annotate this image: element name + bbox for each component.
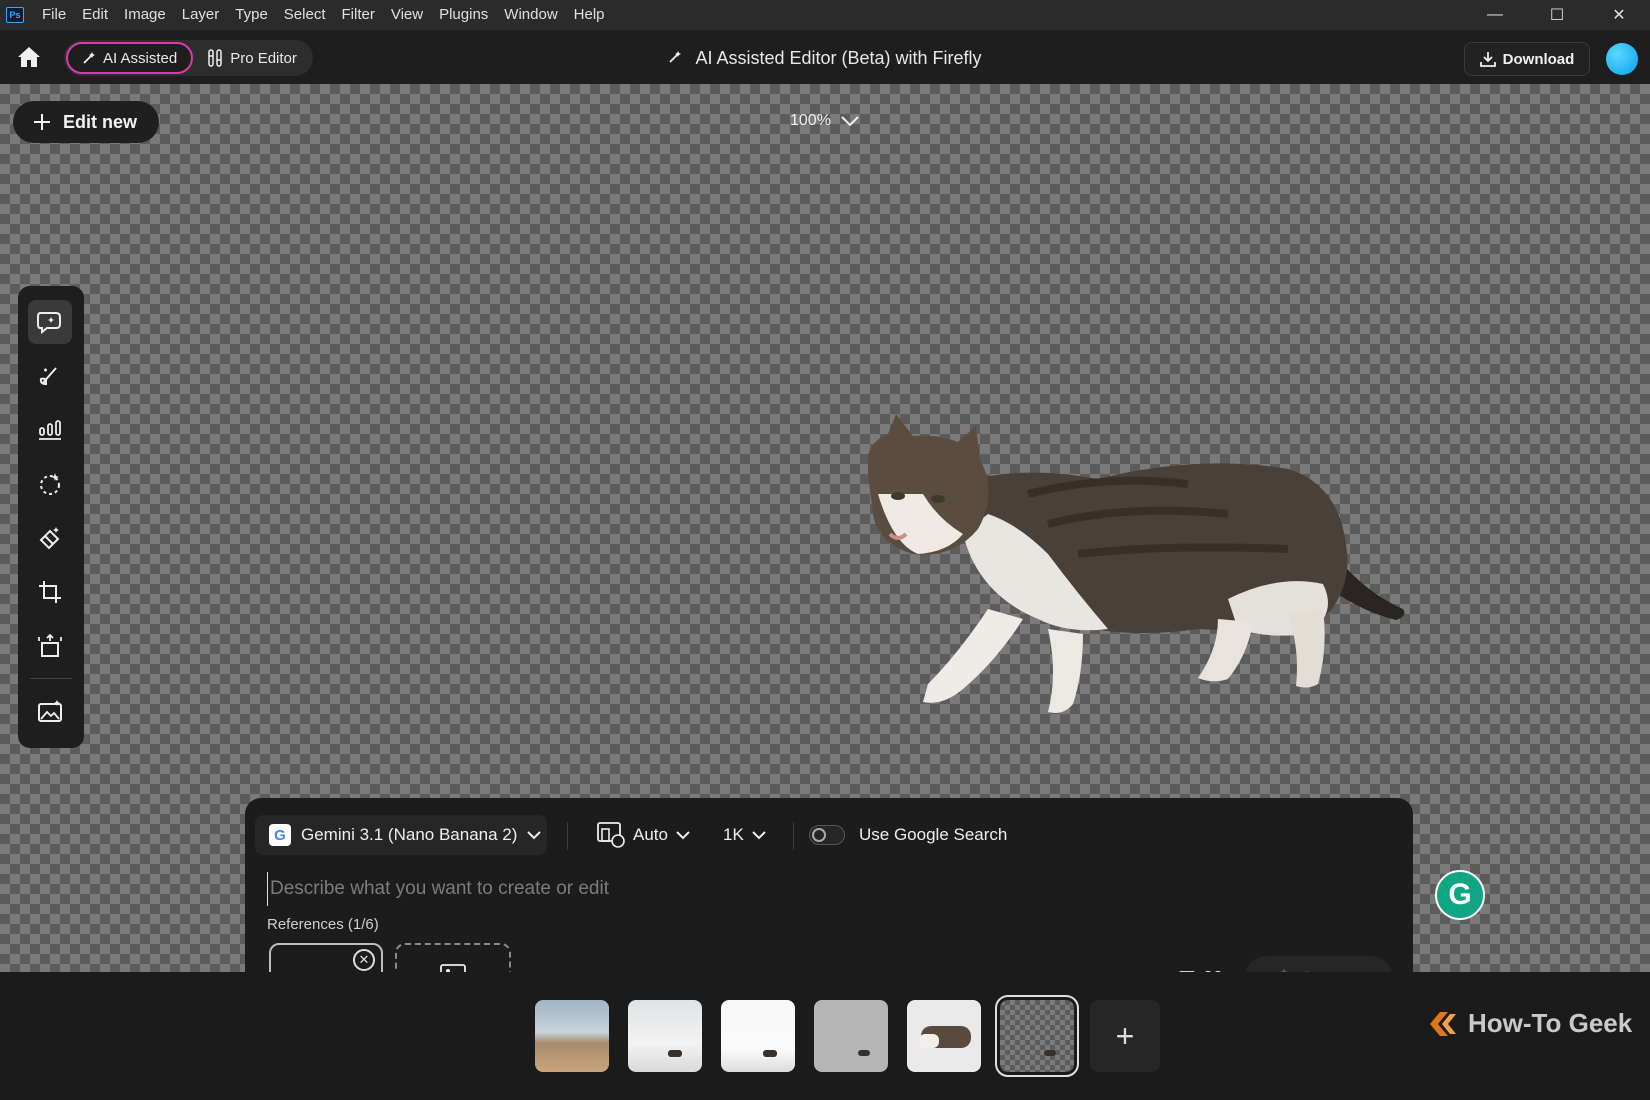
expand-tool[interactable]: [28, 624, 72, 668]
sparkle-wand-icon: [83, 52, 95, 64]
menu-plugins[interactable]: Plugins: [431, 0, 496, 30]
ai-assisted-label: AI Assisted: [103, 49, 178, 67]
menu-select[interactable]: Select: [276, 0, 334, 30]
maximize-icon[interactable]: ☐: [1526, 0, 1588, 30]
watermark-text: How-To Geek: [1468, 1008, 1633, 1038]
eraser-icon: [39, 527, 60, 550]
zoom-level: 100%: [790, 112, 831, 129]
model-selector[interactable]: G Gemini 3.1 (Nano Banana 2): [255, 815, 547, 855]
menu-edit[interactable]: Edit: [74, 0, 116, 30]
add-thumbnail-button[interactable]: +: [1090, 1000, 1160, 1072]
menu-window[interactable]: Window: [496, 0, 565, 30]
remove-tool[interactable]: [28, 516, 72, 560]
mode-switcher: AI Assisted Pro Editor: [64, 40, 313, 76]
rail-divider: [30, 678, 72, 679]
image-gen-icon: [38, 700, 62, 722]
menu-image[interactable]: Image: [116, 0, 174, 30]
aspect-label: Auto: [633, 825, 668, 844]
thumbnail-snow-cat-1[interactable]: [628, 1000, 702, 1072]
remove-reference-icon[interactable]: ✕: [353, 949, 375, 971]
minimize-icon[interactable]: —: [1464, 0, 1526, 30]
page-title-text: AI Assisted Editor (Beta) with Firefly: [695, 48, 982, 68]
crop-tool[interactable]: [28, 570, 72, 614]
thumbnail-snow-cat-2[interactable]: [721, 1000, 795, 1072]
google-logo-icon: G: [269, 824, 291, 846]
filmstrip: + How-To Geek: [0, 972, 1650, 1100]
pro-editor-label: Pro Editor: [230, 49, 297, 67]
photoshop-logo-icon: Ps: [6, 7, 24, 23]
close-icon[interactable]: ✕: [1588, 0, 1650, 30]
brush-tool[interactable]: [28, 354, 72, 398]
thumbnail-cat-closeup[interactable]: [907, 1000, 981, 1072]
menu-help[interactable]: Help: [566, 0, 613, 30]
avatar[interactable]: [1606, 43, 1638, 75]
chevron-down-icon: [676, 830, 690, 839]
adjust-icon: [39, 420, 61, 440]
watermark: How-To Geek: [1428, 1008, 1632, 1039]
home-button[interactable]: [14, 42, 44, 72]
menu-layer[interactable]: Layer: [174, 0, 228, 30]
references-label: References (1/6): [267, 916, 379, 933]
chevron-down-icon: [752, 830, 766, 839]
window-controls: — ☐ ✕: [1464, 0, 1650, 30]
thumbnail-gray-cat[interactable]: [814, 1000, 888, 1072]
menu-filter[interactable]: Filter: [334, 0, 383, 30]
chevron-down-icon: [527, 830, 542, 839]
prompt-input[interactable]: [267, 872, 1267, 906]
toggle-switch[interactable]: [809, 825, 845, 845]
home-icon: [18, 47, 40, 67]
select-subject-icon: [40, 473, 60, 495]
edit-new-button[interactable]: Edit new: [13, 101, 159, 143]
sliders-icon: [208, 49, 222, 67]
ai-assisted-button[interactable]: AI Assisted: [66, 42, 194, 74]
plus-icon: [34, 114, 50, 130]
menu-file[interactable]: File: [34, 0, 74, 30]
download-button[interactable]: Download: [1464, 42, 1590, 76]
thumbnail-transparent-cat[interactable]: [995, 995, 1079, 1077]
menu-items: File Edit Image Layer Type Select Filter…: [34, 0, 613, 30]
edit-new-label: Edit new: [63, 111, 138, 132]
resolution-dropdown[interactable]: 1K: [723, 818, 766, 852]
grammarly-icon[interactable]: G: [1435, 870, 1485, 920]
adjust-tool[interactable]: [28, 408, 72, 452]
select-subject-tool[interactable]: [28, 462, 72, 506]
menu-bar: Ps File Edit Image Layer Type Select Fil…: [0, 0, 1650, 30]
thumbnail-beach-rocks[interactable]: [535, 1000, 609, 1072]
google-search-toggle[interactable]: Use Google Search: [809, 818, 1007, 852]
divider: [793, 822, 794, 850]
cat-subject-image[interactable]: [867, 384, 1408, 754]
chat-edit-icon: [37, 312, 61, 335]
aspect-ratio-dropdown[interactable]: Auto: [597, 818, 690, 852]
brush-icon: [39, 367, 57, 386]
how-to-geek-logo-icon: [1430, 1011, 1456, 1036]
pro-editor-button[interactable]: Pro Editor: [193, 42, 311, 74]
menu-view[interactable]: View: [383, 0, 431, 30]
menu-type[interactable]: Type: [227, 0, 276, 30]
download-label: Download: [1502, 50, 1575, 68]
resolution-label: 1K: [723, 825, 744, 844]
canvas[interactable]: Edit new 100% G Gemini 3.1 (Nano Banana …: [0, 84, 1650, 1024]
aspect-ratio-icon: [597, 822, 625, 848]
chevron-down-icon: [841, 116, 859, 126]
download-icon: [1479, 52, 1496, 67]
tool-rail: [18, 286, 84, 748]
divider: [567, 822, 568, 850]
model-label: Gemini 3.1 (Nano Banana 2): [301, 825, 518, 844]
crop-icon: [39, 581, 61, 603]
chat-edit-tool[interactable]: [28, 300, 72, 344]
zoom-dropdown[interactable]: 100%: [790, 112, 859, 130]
top-toolbar: AI Assisted Pro Editor AI Assisted Edito…: [0, 30, 1650, 84]
expand-icon: [38, 633, 62, 657]
google-search-label: Use Google Search: [859, 825, 1008, 844]
sparkle-wand-icon: [668, 48, 687, 68]
image-gen-tool[interactable]: [28, 690, 72, 734]
